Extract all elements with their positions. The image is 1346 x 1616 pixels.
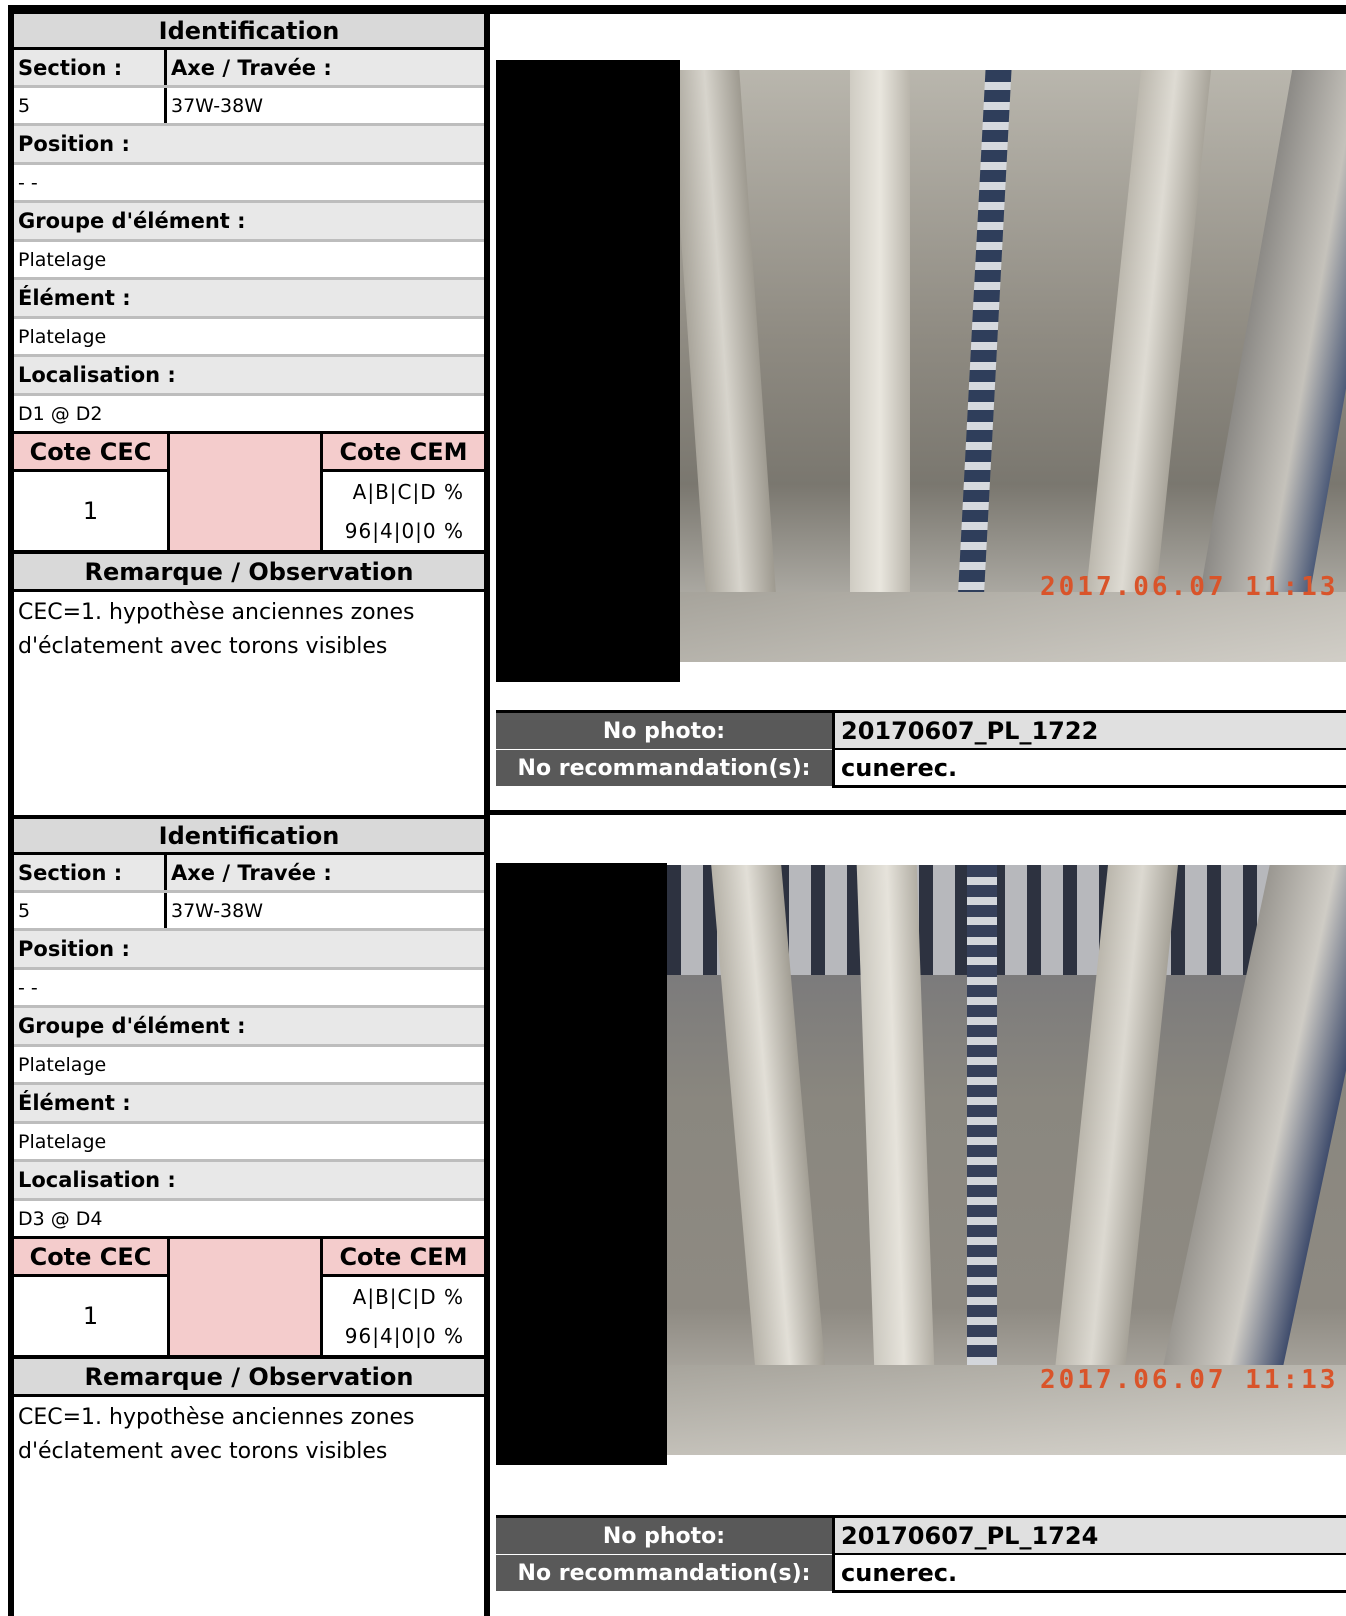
photo-number-row: No photo: 20170607_PL_1724 bbox=[496, 1515, 1346, 1556]
photo-area: 2017.06.07 11:13 bbox=[496, 853, 1346, 1465]
bridge-underside-photo: 2017.06.07 11:13 bbox=[680, 70, 1346, 662]
recommandation-row: No recommandation(s): cunerec. bbox=[496, 750, 1346, 788]
cote-cem-values: A|B|C|D % 96|4|0|0 % bbox=[323, 472, 484, 550]
cem-value: 96|4|0|0 % bbox=[344, 518, 464, 543]
element-label: Élément : bbox=[14, 280, 484, 319]
remarque-line-1: CEC=1. hypothèse anciennes zones bbox=[18, 600, 415, 625]
redaction-block bbox=[496, 863, 667, 1465]
photo-timestamp: 2017.06.07 11:13 bbox=[1040, 1365, 1339, 1395]
element-value: Platelage bbox=[14, 1124, 484, 1162]
cote-cec-value: 1 bbox=[14, 472, 167, 550]
recommandation-row: No recommandation(s): cunerec. bbox=[496, 1555, 1346, 1593]
section-axe-label-row: Section : Axe / Travée : bbox=[14, 855, 484, 893]
cote-block: Cote CEC Cote CEM 1 A|B|C|D % 96|4|0|0 % bbox=[14, 1239, 484, 1355]
remarque-header: Remarque / Observation bbox=[14, 550, 484, 592]
axe-travee-label: Axe / Travée : bbox=[171, 860, 332, 885]
groupe-label: Groupe d'élément : bbox=[14, 203, 484, 242]
cote-spacer bbox=[167, 1239, 323, 1355]
localisation-value: D1 @ D2 bbox=[14, 396, 484, 434]
remarque-line-1: CEC=1. hypothèse anciennes zones bbox=[18, 1405, 415, 1430]
photo-number-label: No photo: bbox=[496, 713, 832, 751]
photo-frame-top bbox=[490, 810, 1346, 823]
cote-cec-label: Cote CEC bbox=[14, 1239, 167, 1277]
section-axe-value-row: 5 37W-38W bbox=[14, 88, 484, 126]
photo-number-value: 20170607_PL_1722 bbox=[832, 713, 1346, 751]
section-label: Section : bbox=[14, 855, 167, 890]
axe-travee-label: Axe / Travée : bbox=[171, 55, 332, 80]
identification-panel: Identification Section : Axe / Travée : … bbox=[8, 815, 490, 1616]
remarque-text: CEC=1. hypothèse anciennes zones d'éclat… bbox=[14, 1397, 484, 1616]
element-label: Élément : bbox=[14, 1085, 484, 1124]
cem-value: 96|4|0|0 % bbox=[344, 1323, 464, 1348]
groupe-value: Platelage bbox=[14, 1047, 484, 1085]
groupe-value: Platelage bbox=[14, 242, 484, 280]
cem-header: A|B|C|D % bbox=[352, 1284, 464, 1309]
photo-timestamp: 2017.06.07 11:13 bbox=[1040, 572, 1339, 602]
groupe-label: Groupe d'élément : bbox=[14, 1008, 484, 1047]
recommandation-value: cunerec. bbox=[832, 1555, 1346, 1593]
section-value: 5 bbox=[14, 893, 167, 928]
photo-metadata: No photo: 20170607_PL_1724 No recommanda… bbox=[496, 1515, 1346, 1615]
photo-area: 2017.06.07 11:13 bbox=[496, 48, 1346, 682]
element-value: Platelage bbox=[14, 319, 484, 357]
recommandation-label: No recommandation(s): bbox=[496, 750, 832, 788]
photo-metadata: No photo: 20170607_PL_1722 No recommanda… bbox=[496, 710, 1346, 810]
redaction-block bbox=[496, 60, 680, 682]
position-value: - - bbox=[14, 970, 484, 1008]
photo-number-value: 20170607_PL_1724 bbox=[832, 1518, 1346, 1556]
recommandation-value: cunerec. bbox=[832, 750, 1346, 788]
position-label: Position : bbox=[14, 931, 484, 970]
cote-cec-value: 1 bbox=[14, 1277, 167, 1355]
cote-block: Cote CEC Cote CEM 1 A|B|C|D % 96|4|0|0 % bbox=[14, 434, 484, 550]
photo-number-label: No photo: bbox=[496, 1518, 832, 1556]
position-label: Position : bbox=[14, 126, 484, 165]
remarque-line-2: d'éclatement avec torons visibles bbox=[18, 634, 388, 659]
localisation-label: Localisation : bbox=[14, 1162, 484, 1201]
section-label: Section : bbox=[14, 50, 167, 85]
bridge-underside-photo: 2017.06.07 11:13 bbox=[667, 865, 1346, 1455]
section-value: 5 bbox=[14, 88, 167, 123]
cote-spacer bbox=[167, 434, 323, 550]
remarque-line-2: d'éclatement avec torons visibles bbox=[18, 1439, 388, 1464]
remarque-header: Remarque / Observation bbox=[14, 1355, 484, 1397]
identification-panel: Identification Section : Axe / Travée : … bbox=[8, 10, 490, 818]
cote-cem-label: Cote CEM bbox=[323, 434, 484, 472]
axe-travee-value: 37W-38W bbox=[171, 899, 264, 922]
photo-number-row: No photo: 20170607_PL_1722 bbox=[496, 710, 1346, 751]
section-axe-value-row: 5 37W-38W bbox=[14, 893, 484, 931]
axe-travee-value: 37W-38W bbox=[171, 94, 264, 117]
photo-frame-top bbox=[490, 10, 1346, 18]
localisation-value: D3 @ D4 bbox=[14, 1201, 484, 1239]
cote-cem-label: Cote CEM bbox=[323, 1239, 484, 1277]
position-value: - - bbox=[14, 165, 484, 203]
remarque-text: CEC=1. hypothèse anciennes zones d'éclat… bbox=[14, 592, 484, 816]
localisation-label: Localisation : bbox=[14, 357, 484, 396]
identification-header: Identification bbox=[14, 10, 484, 50]
cem-header: A|B|C|D % bbox=[352, 479, 464, 504]
identification-header: Identification bbox=[14, 815, 484, 855]
cote-cec-label: Cote CEC bbox=[14, 434, 167, 472]
cote-cem-values: A|B|C|D % 96|4|0|0 % bbox=[323, 1277, 484, 1355]
section-axe-label-row: Section : Axe / Travée : bbox=[14, 50, 484, 88]
recommandation-label: No recommandation(s): bbox=[496, 1555, 832, 1593]
